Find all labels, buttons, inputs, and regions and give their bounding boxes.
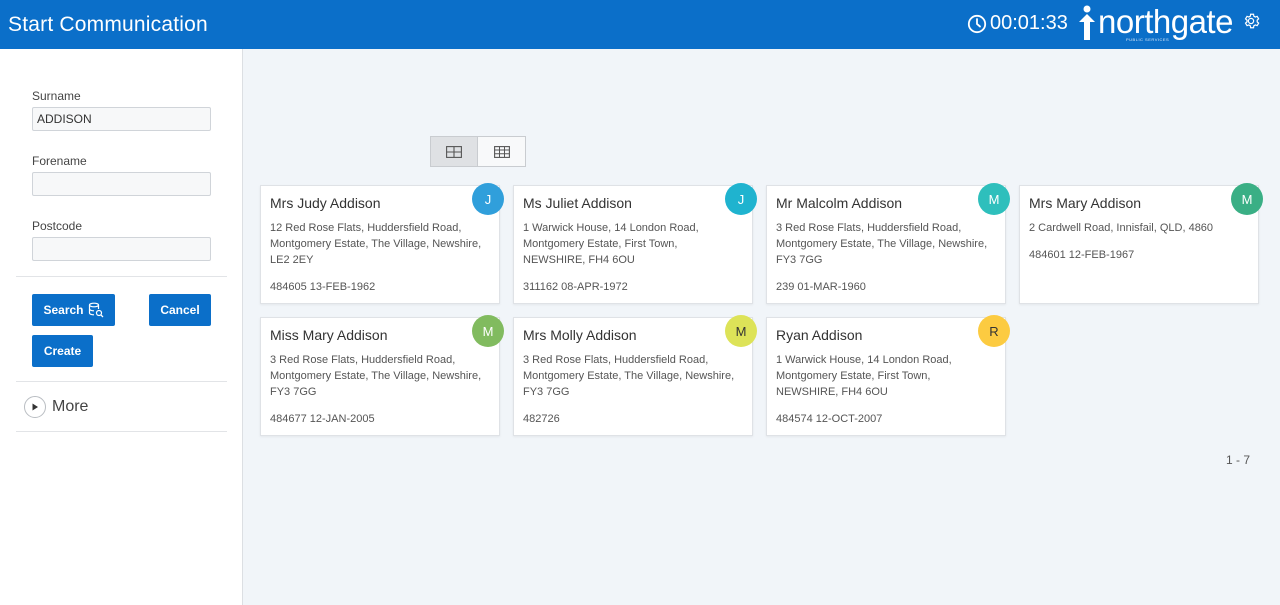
search-button[interactable]: Search bbox=[32, 294, 115, 326]
create-button[interactable]: Create bbox=[32, 335, 93, 367]
person-card[interactable]: Mrs Mary Addison 2 Cardwell Road, Innisf… bbox=[1019, 183, 1263, 304]
search-button-label: Search bbox=[43, 303, 84, 317]
person-address: 3 Red Rose Flats, Huddersfield Road, Mon… bbox=[776, 222, 988, 266]
person-id-dob: 239 01-MAR-1960 bbox=[776, 281, 866, 293]
grid-icon bbox=[446, 145, 462, 158]
table-icon bbox=[493, 145, 510, 158]
call-timer: 00:01:33 bbox=[967, 12, 1068, 35]
person-address: 3 Red Rose Flats, Huddersfield Road, Mon… bbox=[270, 354, 482, 398]
search-sidebar: Surname Forename Postcode Search Cancel … bbox=[0, 49, 243, 605]
logo-text: northgate bbox=[1098, 3, 1233, 40]
database-search-icon bbox=[88, 302, 103, 318]
surname-input[interactable] bbox=[32, 107, 211, 131]
cancel-button[interactable]: Cancel bbox=[149, 294, 211, 326]
cancel-button-label: Cancel bbox=[160, 303, 200, 317]
person-card[interactable]: Mrs Molly Addison 3 Red Rose Flats, Hudd… bbox=[513, 315, 757, 436]
person-id-dob: 484601 12-FEB-1967 bbox=[1029, 249, 1135, 261]
person-address: 1 Warwick House, 14 London Road, Montgom… bbox=[776, 354, 952, 398]
northgate-logo: northgate PUBLIC SERVICES bbox=[1076, 4, 1233, 42]
person-card[interactable]: Ryan Addison 1 Warwick House, 14 London … bbox=[766, 315, 1010, 436]
person-name: Miss Mary Addison bbox=[270, 327, 388, 343]
person-name: Mrs Mary Addison bbox=[1029, 195, 1142, 211]
postcode-label: Postcode bbox=[32, 219, 83, 233]
avatar-initial: J bbox=[725, 183, 757, 215]
avatar-initial: J bbox=[472, 183, 504, 215]
avatar-initial: M bbox=[725, 315, 757, 347]
person-id-dob: 482726 bbox=[523, 413, 560, 425]
person-name: Mrs Molly Addison bbox=[523, 327, 637, 343]
person-id-dob: 484574 12-OCT-2007 bbox=[776, 413, 883, 425]
person-name: Mr Malcolm Addison bbox=[776, 195, 903, 211]
gear-icon bbox=[1244, 13, 1260, 29]
forename-input[interactable] bbox=[32, 172, 211, 196]
surname-label: Surname bbox=[32, 89, 81, 103]
person-card[interactable]: Miss Mary Addison 3 Red Rose Flats, Hudd… bbox=[260, 315, 504, 436]
forename-label: Forename bbox=[32, 154, 87, 168]
person-card[interactable]: Ms Juliet Addison 1 Warwick House, 14 Lo… bbox=[513, 183, 757, 304]
more-label: More bbox=[52, 398, 89, 415]
person-card[interactable]: Mrs Judy Addison 12 Red Rose Flats, Hudd… bbox=[260, 183, 504, 304]
create-button-label: Create bbox=[43, 344, 82, 358]
avatar-initial: M bbox=[978, 183, 1010, 215]
avatar-initial: M bbox=[472, 315, 504, 347]
timer-value: 00:01:33 bbox=[990, 12, 1068, 34]
table-view-button[interactable] bbox=[478, 136, 526, 167]
page-title: Start Communication bbox=[8, 13, 208, 36]
settings-button[interactable] bbox=[1242, 12, 1260, 35]
view-toggle bbox=[430, 136, 526, 167]
person-address: 1 Warwick House, 14 London Road, Montgom… bbox=[523, 222, 699, 266]
avatar-initial: M bbox=[1231, 183, 1263, 215]
triangle-right-icon bbox=[32, 403, 38, 411]
clock-icon bbox=[967, 14, 987, 33]
person-name: Ryan Addison bbox=[776, 327, 863, 343]
person-address: 2 Cardwell Road, Innisfail, QLD, 4860 bbox=[1029, 222, 1214, 234]
person-id-dob: 311162 08-APR-1972 bbox=[523, 281, 628, 293]
expand-circle bbox=[24, 396, 46, 418]
sidebar-divider bbox=[16, 431, 227, 432]
logo-subtext: PUBLIC SERVICES bbox=[1126, 37, 1170, 42]
person-address: 3 Red Rose Flats, Huddersfield Road, Mon… bbox=[523, 354, 735, 398]
person-id-dob: 484677 12-JAN-2005 bbox=[270, 413, 375, 425]
person-name: Ms Juliet Addison bbox=[523, 195, 632, 211]
more-toggle[interactable]: More bbox=[24, 396, 88, 418]
postcode-input[interactable] bbox=[32, 237, 211, 261]
avatar-initial: R bbox=[978, 315, 1010, 347]
card-view-button[interactable] bbox=[430, 136, 478, 167]
person-address: 12 Red Rose Flats, Huddersfield Road, Mo… bbox=[270, 222, 482, 266]
pagination-range: 1 - 7 bbox=[1226, 453, 1251, 467]
person-id-dob: 484605 13-FEB-1962 bbox=[270, 281, 376, 293]
person-arrow-icon bbox=[1079, 5, 1095, 40]
person-name: Mrs Judy Addison bbox=[270, 195, 381, 211]
sidebar-divider bbox=[16, 381, 227, 382]
app-header: Start Communication 00:01:33 northgate P… bbox=[0, 0, 1280, 49]
sidebar-divider bbox=[16, 276, 227, 277]
person-card[interactable]: Mr Malcolm Addison 3 Red Rose Flats, Hud… bbox=[766, 183, 1010, 304]
